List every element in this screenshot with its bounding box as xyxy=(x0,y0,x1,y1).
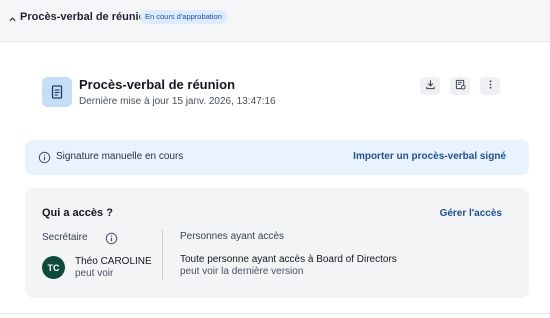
info-icon[interactable] xyxy=(105,232,118,245)
document-icon xyxy=(42,77,72,107)
import-signed-minutes-link[interactable]: Importer un procès-verbal signé xyxy=(353,151,506,162)
document-title: Procès-verbal de réunion xyxy=(79,77,236,92)
access-title: Qui a accès ? xyxy=(42,207,113,219)
member-name: Théo CAROLINE xyxy=(75,256,152,267)
signature-banner: Signature manuelle en cours Importer un … xyxy=(25,140,529,175)
people-with-access-label: Personnes ayant accès xyxy=(180,231,284,242)
member-permission: peut voir xyxy=(75,268,114,279)
section-title[interactable]: Procès-verbal de réunion xyxy=(20,11,152,23)
manage-access-link[interactable]: Gérer l'accès xyxy=(440,208,502,219)
people-access-description: Toute personne ayant accès à Board of Di… xyxy=(180,254,397,265)
document-settings-button[interactable] xyxy=(450,77,470,95)
info-icon xyxy=(38,151,51,164)
avatar: TC xyxy=(42,256,65,279)
chevron-up-icon[interactable] xyxy=(6,13,18,25)
more-vertical-icon xyxy=(485,77,496,95)
banner-message: Signature manuelle en cours xyxy=(56,151,184,162)
access-card: Qui a accès ? Gérer l'accès Secrétaire T… xyxy=(25,188,529,298)
role-label: Secrétaire xyxy=(42,232,88,243)
download-icon xyxy=(425,77,436,95)
divider xyxy=(162,230,163,281)
people-access-permission: peut voir la dernière version xyxy=(180,266,304,277)
divider xyxy=(0,313,550,314)
section-header: Procès-verbal de réunion En cours d'appr… xyxy=(0,0,550,42)
status-badge: En cours d'approbation xyxy=(140,10,227,24)
more-options-button[interactable] xyxy=(480,77,500,95)
document-settings-icon xyxy=(455,77,466,95)
download-button[interactable] xyxy=(420,77,440,95)
last-updated-text: Dernière mise à jour 15 janv. 2026, 13:4… xyxy=(79,96,276,107)
